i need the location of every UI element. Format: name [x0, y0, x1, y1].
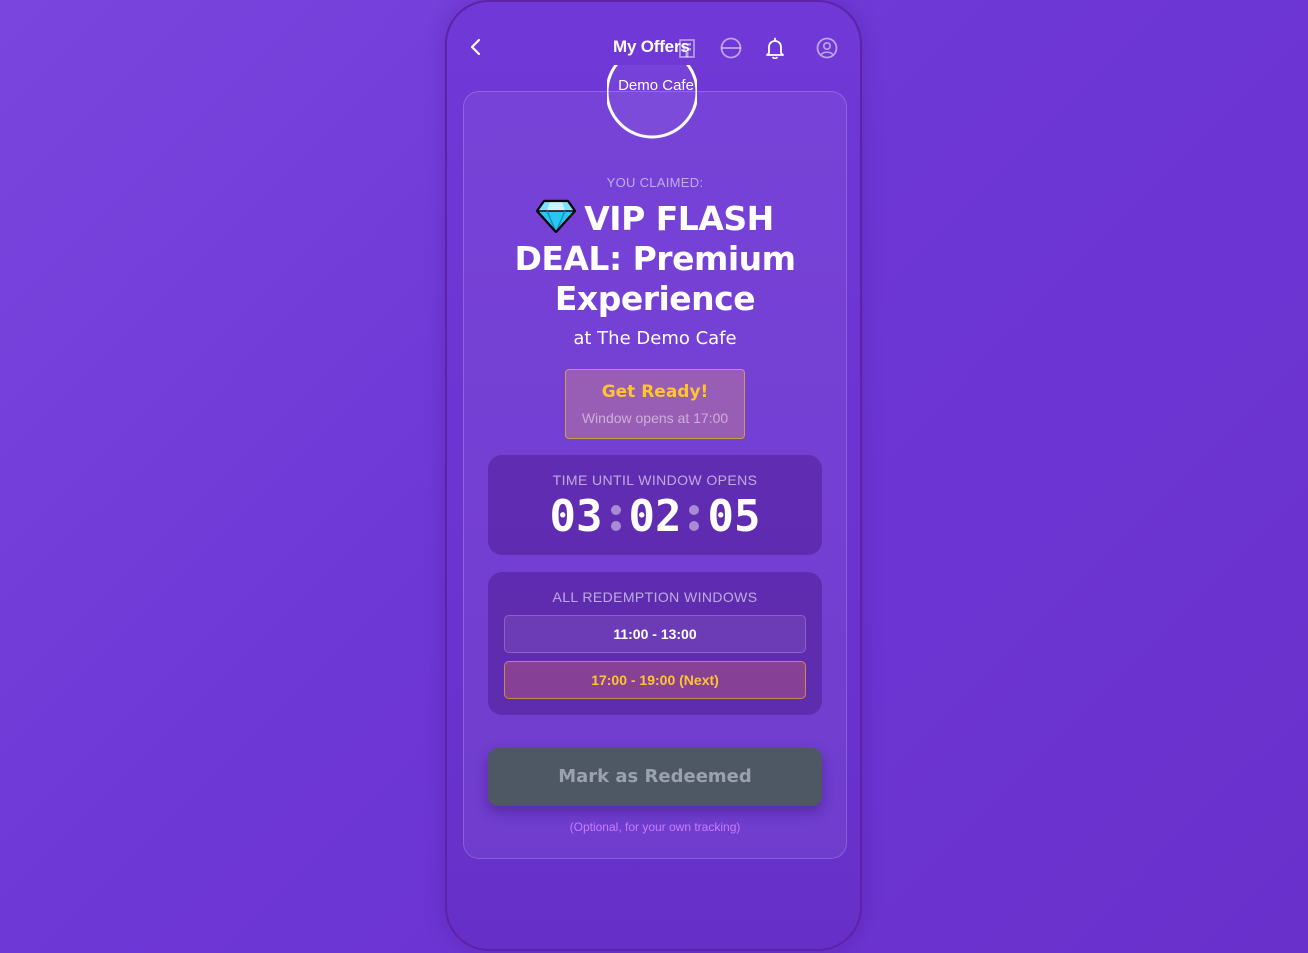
countdown-timer: 03 02 05 [488, 491, 822, 543]
building-icon [679, 39, 695, 58]
globe-icon-button[interactable] [719, 36, 743, 60]
building-icon-button[interactable] [676, 37, 700, 61]
chevron-left-icon [470, 38, 481, 56]
offer-title: VIP FLASH DEAL: Premium Experience [494, 199, 816, 319]
status-title: Get Ready! [601, 382, 709, 402]
countdown-panel: TIME UNTIL WINDOW OPENS 03 02 05 [488, 455, 822, 555]
countdown-seconds: 05 [707, 491, 761, 542]
countdown-minutes: 02 [628, 491, 682, 542]
countdown-separator [681, 491, 707, 543]
profile-button[interactable] [815, 36, 839, 60]
bell-icon [766, 37, 784, 60]
merchant-logo-text: Demo Cafe [618, 77, 694, 94]
countdown-label: TIME UNTIL WINDOW OPENS [552, 472, 758, 488]
venue-name: at The Demo Cafe [573, 328, 737, 349]
gem-icon [536, 199, 577, 233]
user-circle-icon [816, 37, 838, 59]
redemption-windows-panel: ALL REDEMPTION WINDOWS 11:00 - 13:00 17:… [488, 572, 822, 715]
redemption-windows-label: ALL REDEMPTION WINDOWS [552, 589, 758, 605]
redemption-window-slot[interactable]: 11:00 - 13:00 [504, 615, 806, 653]
globe-icon [720, 37, 742, 59]
mark-redeemed-button[interactable]: Mark as Redeemed [488, 748, 822, 806]
redeem-note: (Optional, for your own tracking) [569, 820, 741, 834]
countdown-separator [603, 491, 629, 543]
countdown-hours: 03 [549, 491, 603, 542]
status-subtitle: Window opens at 17:00 [581, 410, 729, 426]
claimed-label: YOU CLAIMED: [606, 175, 704, 190]
offer-card: Demo Cafe YOU CLAIMED: VIP FLASH DEAL: P… [463, 65, 847, 859]
phone-frame: My Offers Demo Cafe YOU CLAIMED: VIP FLA… [445, 0, 862, 951]
status-banner: Get Ready! Window opens at 17:00 [565, 369, 745, 439]
back-button[interactable] [465, 36, 487, 58]
redemption-window-slot-next[interactable]: 17:00 - 19:00 (Next) [504, 661, 806, 699]
notifications-button[interactable] [763, 36, 787, 60]
